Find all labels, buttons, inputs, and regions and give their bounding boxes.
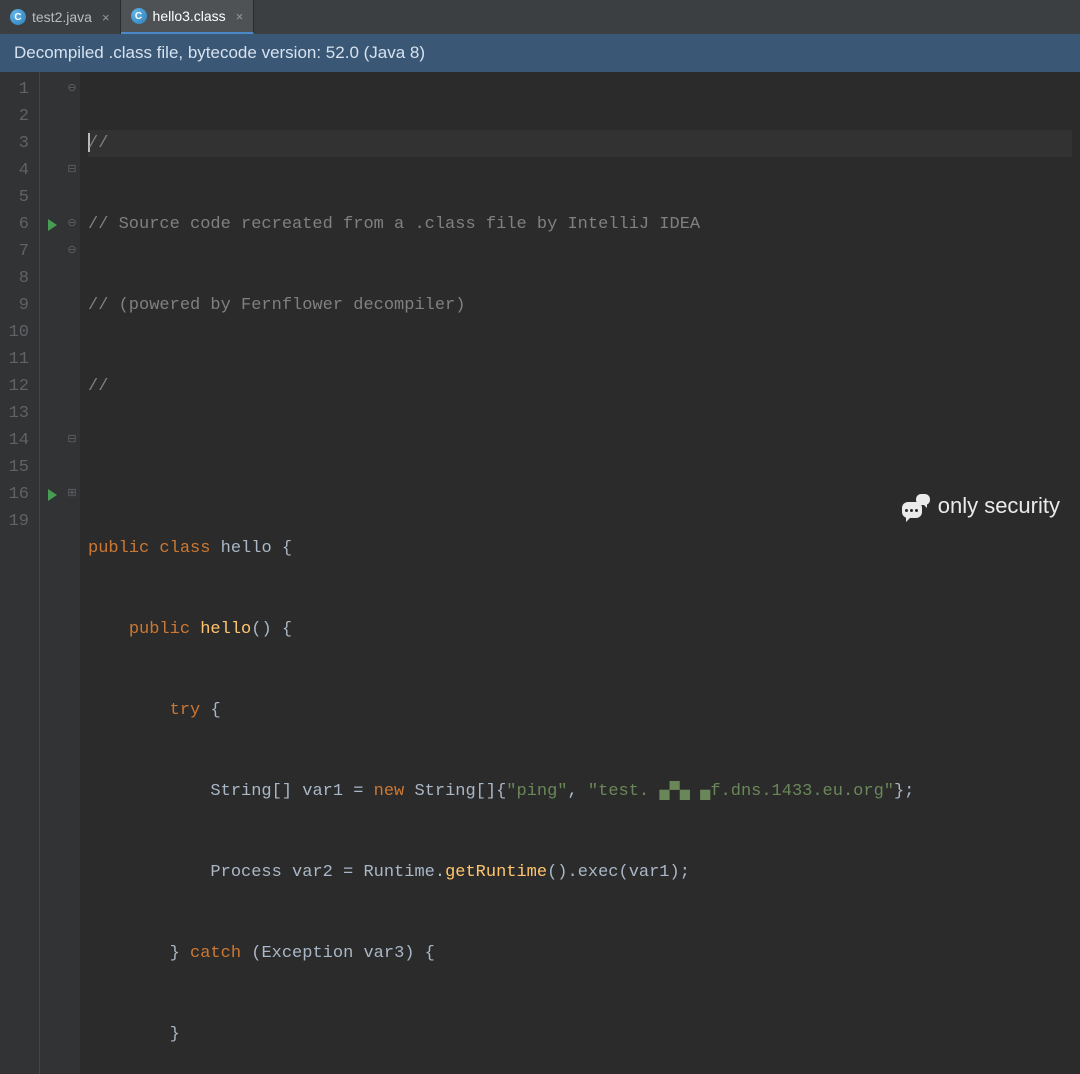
decompile-banner: Decompiled .class file, bytecode version… <box>0 34 1080 72</box>
code-line: public class hello { <box>88 535 1072 562</box>
code-line: } <box>88 1021 1072 1048</box>
code-editor[interactable]: 1 2 3 4 5 6 7 8 9 10 11 12 13 14 15 16 1… <box>0 72 1080 1074</box>
tab-test2-java[interactable]: C test2.java × <box>0 0 121 34</box>
fold-gutter: ⊖ ⊟ ⊖ ⊖ ⊟ ⊞ <box>64 72 80 1074</box>
tab-hello3-class[interactable]: C hello3.class × <box>121 0 255 34</box>
close-icon[interactable]: × <box>98 10 110 25</box>
tab-label: test2.java <box>32 9 92 25</box>
run-gutter <box>40 72 64 1074</box>
run-class-icon[interactable] <box>40 211 64 238</box>
code-line: // <box>88 373 1072 400</box>
wechat-icon <box>902 494 930 518</box>
watermark: only security <box>902 493 1060 519</box>
code-line: String[] var1 = new String[]{"ping", "te… <box>88 778 1072 805</box>
line-number-gutter: 1 2 3 4 5 6 7 8 9 10 11 12 13 14 15 16 1… <box>0 72 40 1074</box>
code-line: } catch (Exception var3) { <box>88 940 1072 967</box>
class-file-icon: C <box>131 8 147 24</box>
code-line: // Source code recreated from a .class f… <box>88 211 1072 238</box>
close-icon[interactable]: × <box>232 9 244 24</box>
java-file-icon: C <box>10 9 26 25</box>
code-area[interactable]: // // Source code recreated from a .clas… <box>80 72 1080 1074</box>
tab-label: hello3.class <box>153 8 226 24</box>
code-line: // (powered by Fernflower decompiler) <box>88 292 1072 319</box>
watermark-text: only security <box>938 493 1060 519</box>
run-main-icon[interactable] <box>40 481 64 508</box>
code-line: public hello() { <box>88 616 1072 643</box>
code-line: try { <box>88 697 1072 724</box>
code-line: // <box>88 130 1072 157</box>
tab-bar: C test2.java × C hello3.class × <box>0 0 1080 34</box>
code-line: Process var2 = Runtime.getRuntime().exec… <box>88 859 1072 886</box>
code-line <box>88 454 1072 481</box>
